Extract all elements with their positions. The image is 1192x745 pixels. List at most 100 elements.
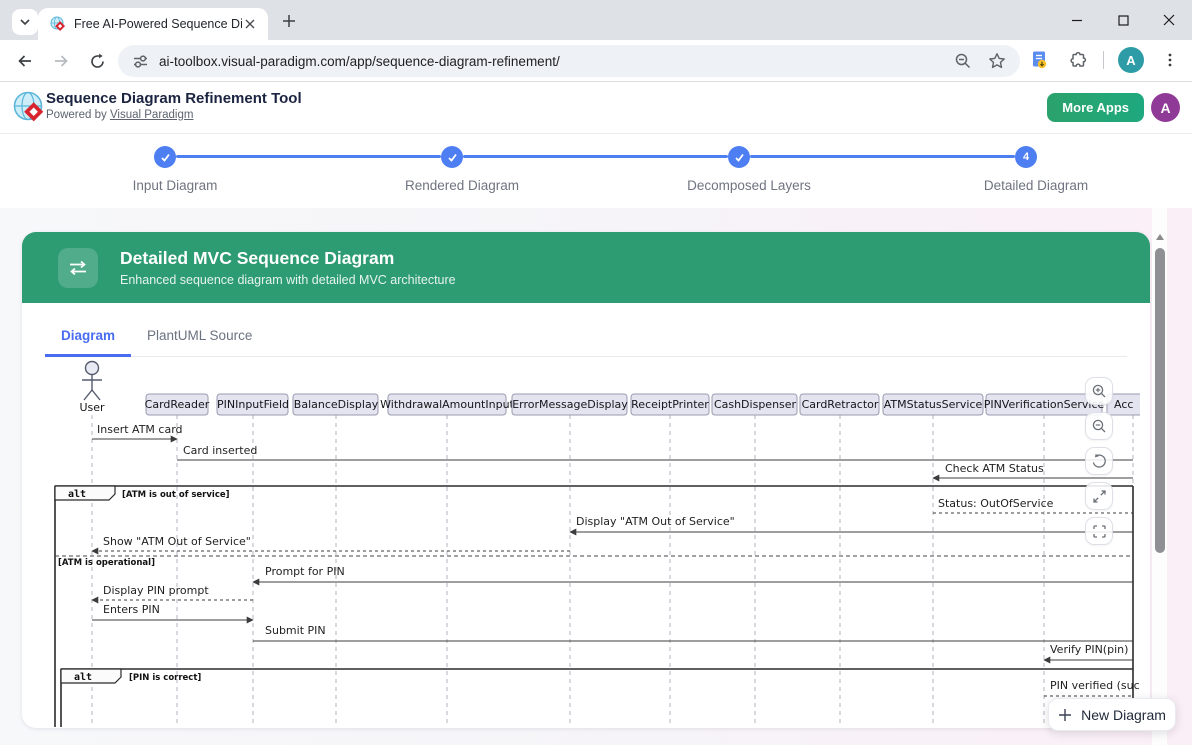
content-area: Detailed MVC Sequence Diagram Enhanced s… [0, 208, 1192, 745]
browser-tab[interactable]: Free AI-Powered Sequence Diag [38, 8, 268, 40]
fullscreen-brackets-icon [1092, 524, 1107, 539]
tab-search-button[interactable] [12, 9, 38, 35]
puzzle-icon [1068, 51, 1087, 70]
forward-button[interactable] [48, 48, 74, 74]
maximize-button[interactable] [1100, 0, 1146, 40]
alt-fragment-pin-check: alt [PIN is correct] [61, 669, 1133, 727]
participant-label: ReceiptPrinter [631, 398, 709, 411]
step-4-circle[interactable]: 4 [1015, 146, 1037, 168]
extensions-button[interactable] [1065, 48, 1089, 72]
panel-header: Detailed MVC Sequence Diagram Enhanced s… [22, 232, 1150, 303]
step-3-label: Decomposed Layers [659, 178, 839, 193]
forward-arrow-icon [52, 52, 70, 70]
powered-by-prefix: Powered by [46, 109, 107, 121]
more-apps-button[interactable]: More Apps [1047, 93, 1144, 122]
close-icon [1163, 14, 1175, 26]
message-label: Card inserted [183, 444, 257, 457]
site-settings-icon[interactable] [132, 53, 149, 70]
message-label: Verify PIN(pin) [1050, 643, 1128, 656]
reload-button[interactable] [84, 48, 110, 74]
tab-plantuml-source[interactable]: PlantUML Source [131, 328, 268, 356]
stepper-connector [176, 155, 441, 158]
step-1-circle[interactable] [154, 146, 176, 168]
back-button[interactable] [12, 48, 38, 74]
step-2-circle[interactable] [441, 146, 463, 168]
reset-view-button[interactable] [1085, 447, 1113, 475]
browser-tab-strip: Free AI-Powered Sequence Diag [0, 0, 1192, 40]
app-user-avatar[interactable]: A [1151, 93, 1180, 122]
fragment-guard: [ATM is out of service] [122, 490, 230, 500]
tab-title: Free AI-Powered Sequence Diag [74, 17, 242, 31]
window-controls [1054, 0, 1192, 40]
step-1-label: Input Diagram [85, 178, 265, 193]
close-window-button[interactable] [1146, 0, 1192, 40]
fullscreen-button[interactable] [1085, 517, 1113, 545]
vertical-scrollbar[interactable] [1152, 208, 1167, 745]
actor-label: User [79, 401, 105, 414]
new-diagram-button[interactable]: New Diagram [1048, 698, 1176, 731]
scrollbar-up-arrow[interactable] [1156, 234, 1164, 240]
message-label: Check ATM Status [945, 462, 1044, 475]
zoom-in-icon [1091, 383, 1107, 399]
message-label: Prompt for PIN [265, 565, 345, 578]
magnifier-minus-icon [954, 52, 972, 70]
browser-profile-avatar[interactable]: A [1118, 47, 1144, 73]
message-label: Insert ATM card [97, 423, 183, 436]
participant-label: ErrorMessageDisplay [512, 398, 628, 411]
bookmark-button[interactable] [986, 50, 1008, 72]
check-icon [160, 152, 171, 163]
message-label: Display PIN prompt [103, 584, 209, 597]
expand-button[interactable] [1085, 482, 1113, 510]
message-label: PIN verified (succe [1050, 679, 1140, 692]
step-3-circle[interactable] [728, 146, 750, 168]
zoom-page-button[interactable] [952, 50, 974, 72]
message-label: Enters PIN [103, 603, 160, 616]
reload-icon [89, 53, 106, 70]
message-label: Display "ATM Out of Service" [576, 515, 735, 528]
back-arrow-icon [16, 52, 34, 70]
powered-by: Powered by Visual Paradigm [46, 109, 302, 121]
scrollbar-thumb[interactable] [1155, 248, 1165, 553]
new-tab-button[interactable] [280, 12, 298, 30]
panel-tab-bar: Diagram PlantUML Source [45, 328, 1127, 357]
expand-arrows-icon [1092, 489, 1107, 504]
address-bar[interactable]: ai-toolbox.visual-paradigm.com/app/seque… [118, 45, 1020, 77]
maximize-icon [1118, 15, 1129, 26]
star-icon [988, 52, 1006, 70]
new-diagram-label: New Diagram [1081, 707, 1166, 723]
browser-menu-button[interactable] [1158, 48, 1182, 72]
step-2-label: Rendered Diagram [372, 178, 552, 193]
participant-label: CardReader [145, 398, 210, 411]
chevron-down-icon [19, 16, 31, 28]
step-4-label: Detailed Diagram [946, 178, 1126, 193]
url-text[interactable]: ai-toolbox.visual-paradigm.com/app/seque… [159, 54, 940, 69]
toolbar-right-icons: A [1027, 47, 1182, 73]
participant-label: PINInputField [217, 398, 289, 411]
kebab-menu-icon [1162, 52, 1178, 68]
diagram-zoom-toolbar [1085, 377, 1113, 545]
fragment-guard: [PIN is correct] [129, 673, 201, 683]
message-label: Status: OutOfService [938, 497, 1054, 510]
zoom-in-button[interactable] [1085, 377, 1113, 405]
message-label: Show "ATM Out of Service" [103, 535, 251, 548]
fragment-operator: alt [68, 489, 86, 500]
swap-arrows-icon [58, 248, 98, 288]
sequence-diagram-canvas[interactable]: User CardReader PINInputField BalanceDis… [45, 357, 1140, 727]
reset-rotate-icon [1091, 453, 1107, 469]
tab-close-icon[interactable] [242, 16, 258, 32]
page-download-button[interactable] [1027, 48, 1051, 72]
visual-paradigm-link[interactable]: Visual Paradigm [110, 109, 194, 121]
minimize-button[interactable] [1054, 0, 1100, 40]
participant-label: CashDispenser [714, 398, 797, 411]
stepper-connector [750, 155, 1015, 158]
participant-label: WithdrawalAmountInput [380, 398, 514, 411]
page-title: Sequence Diagram Refinement Tool [46, 90, 302, 107]
check-icon [447, 152, 458, 163]
zoom-out-button[interactable] [1085, 412, 1113, 440]
visual-paradigm-logo [12, 90, 48, 126]
actor-user [82, 362, 102, 401]
fragment-guard: [ATM is operational] [58, 558, 155, 568]
minimize-icon [1071, 14, 1083, 26]
tab-diagram[interactable]: Diagram [45, 328, 131, 357]
check-icon [734, 152, 745, 163]
